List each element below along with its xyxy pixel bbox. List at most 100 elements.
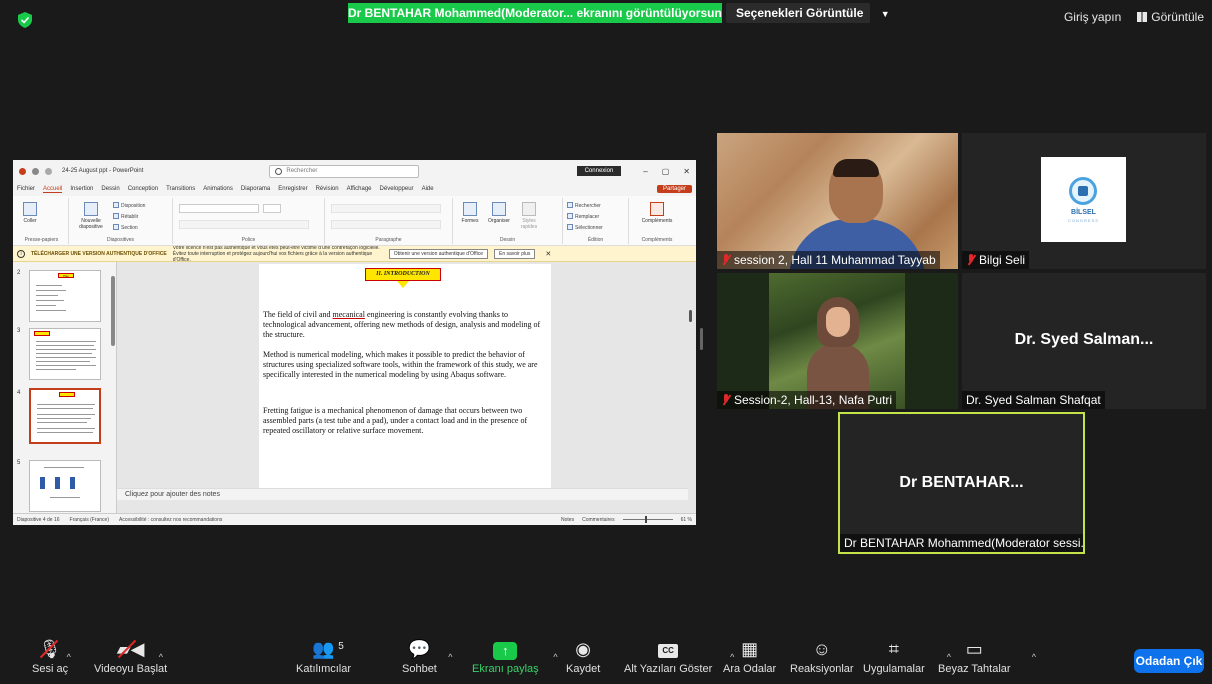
chevron-down-icon: ▼	[880, 9, 890, 19]
participant-tile[interactable]: session 2, Hall 11 Muhammad Tayyab	[717, 133, 958, 269]
unmute-label: Sesi aç	[32, 663, 69, 675]
slide-scrollbar	[689, 310, 692, 322]
thumb-number: 3	[17, 328, 21, 334]
chevron-up-icon[interactable]: ^	[67, 646, 71, 668]
participant-name: session 2, Hall 11 Muhammad Tayyab	[734, 253, 936, 267]
participant-video	[769, 273, 905, 409]
split-view-handle[interactable]	[700, 328, 703, 350]
breakout-rooms-button[interactable]: ▦ Ara Odalar	[723, 638, 776, 675]
paste-button: Coller	[19, 202, 41, 224]
chat-button[interactable]: 💬 ^ Sohbet	[402, 638, 452, 675]
login-link[interactable]: Giriş yapın	[1064, 10, 1121, 24]
chevron-up-icon[interactable]: ^	[448, 646, 452, 668]
ribbon-group-editing: Rechercher Remplacer Sélectionner Éditio…	[563, 198, 629, 244]
group-label: Édition	[587, 237, 604, 243]
start-video-label: Videoyu Başlat	[94, 663, 168, 675]
chevron-up-icon[interactable]: ^	[159, 646, 163, 668]
chevron-up-icon[interactable]: ^	[553, 646, 557, 668]
section-icon	[113, 224, 119, 230]
active-speaker-tile[interactable]: Dr BENTAHAR... Dr BENTAHAR Mohammed(Mode…	[838, 412, 1085, 554]
chat-icon: 💬 ^	[408, 638, 452, 662]
participant-name: Dr BENTAHAR Mohammed(Moderator sessi...	[844, 536, 1085, 550]
ribbon-group-paragraph: Paragraphe	[325, 198, 453, 244]
group-label: Diapositives	[107, 237, 134, 243]
unmute-button[interactable]: 🎙 ^ Sesi aç	[32, 638, 71, 675]
new-slide-icon	[84, 202, 98, 216]
participant-tile[interactable]: Session-2, Hall-13, Nafa Putri	[717, 273, 958, 409]
layout-label: Disposition	[121, 203, 146, 209]
thumb-line	[36, 345, 94, 346]
record-icon: ◉	[575, 639, 591, 659]
menu-item: Dessin	[101, 186, 120, 192]
restore-icon: ▢	[661, 166, 670, 176]
menu-item: Révision	[315, 186, 339, 192]
participants-button[interactable]: 👥 5 Katılımcılar	[296, 638, 351, 675]
chevron-up-icon[interactable]: ^	[1032, 646, 1036, 668]
participant-name-tag: Session-2, Hall-13, Nafa Putri	[717, 391, 897, 409]
menu-item: Enregistrer	[278, 186, 308, 192]
new-slide-label: Nouvelle diapositive	[79, 218, 103, 230]
participant-hair	[833, 159, 879, 177]
ppt-connexion-button: Connexion	[576, 166, 622, 176]
thumb-number: 5	[17, 460, 21, 466]
participant-video	[829, 159, 883, 223]
menu-item: Transitions	[166, 186, 196, 192]
ribbon-group-clipboard: Coller Presse-papiers	[15, 198, 69, 244]
participant-name: Dr. Syed Salman Shafqat	[966, 393, 1101, 407]
thumb-line	[37, 414, 95, 415]
accessibility-status: Accessibilité : consultez nos recommanda…	[118, 516, 223, 523]
menu-item: Affichage	[346, 186, 372, 192]
thumb-line	[37, 432, 93, 433]
thumbnail-scrollbar	[111, 276, 115, 346]
participant-face	[826, 307, 850, 337]
status-right: Notes Commentaires 61 %	[561, 516, 692, 523]
zoom-slider	[622, 516, 673, 523]
view-button[interactable]: Görüntüle	[1137, 10, 1204, 24]
group-label: Dessin	[499, 237, 516, 243]
shield-icon[interactable]	[18, 12, 32, 28]
captions-button[interactable]: CC ^ Alt Yazıları Göster	[624, 638, 734, 675]
reset-button: Rétablir	[113, 213, 138, 220]
replace-icon	[567, 213, 573, 219]
learn-more-button: En savoir plus	[494, 248, 536, 259]
whiteboard-button[interactable]: ▭ ^ Beyaz Tahtalar	[938, 638, 1036, 675]
mic-muted-icon	[966, 254, 976, 266]
layout-button: Disposition	[113, 202, 145, 209]
participant-tile[interactable]: Dr. Syed Salman... Dr. Syed Salman Shafq…	[962, 273, 1206, 409]
thumb-line	[36, 361, 90, 362]
chat-label: Sohbet	[402, 663, 437, 675]
ribbon-group-drawing: Formes Organiser Styles rapides Dessin	[453, 198, 563, 244]
breakout-rooms-label: Ara Odalar	[723, 663, 777, 675]
reactions-button[interactable]: ☺ Reaksiyonlar	[790, 638, 854, 675]
leave-meeting-button[interactable]: Odadan Çık	[1134, 649, 1204, 673]
thumb-title	[59, 392, 75, 397]
logo-subtitle: CONGRESS	[1068, 218, 1099, 223]
apps-button[interactable]: ⌗ ^ Uygulamalar	[863, 638, 951, 675]
record-button[interactable]: ◉ Kaydet	[566, 638, 600, 675]
quick-styles-icon	[522, 202, 536, 216]
view-options-button[interactable]: Seçenekleri Görüntüle ▼	[726, 3, 890, 23]
shapes-button: Formes	[457, 202, 483, 224]
mic-muted-icon: 🎙 ^	[39, 638, 71, 662]
thumb-line	[36, 353, 92, 354]
font-size-box	[263, 204, 281, 213]
title-arrow-shape	[397, 281, 409, 288]
participant-tile[interactable]: BİLSEL CONGRESS Bilgi Seli	[962, 133, 1206, 269]
whiteboard-label: Beyaz Tahtalar	[938, 663, 1011, 675]
find-icon	[567, 202, 573, 208]
participants-icon: 👥 5	[312, 638, 344, 660]
thumb-line	[36, 300, 64, 301]
replace-button: Remplacer	[567, 213, 599, 220]
ppt-document-title: 24-25 August ppt - PowerPoint	[62, 168, 144, 174]
share-screen-button[interactable]: ↑ ^ Ekranı paylaş	[472, 638, 558, 675]
thumb-figure-icon	[40, 477, 90, 489]
info-icon: i	[17, 249, 25, 258]
layout-icon	[113, 202, 119, 208]
menu-item: Développeur	[379, 186, 414, 192]
start-video-button[interactable]: ▰◀ ^ Videoyu Başlat	[94, 638, 167, 675]
thumb-title	[34, 331, 50, 336]
reactions-label: Reaksiyonlar	[790, 663, 854, 675]
ppt-title-bar: 24-25 August ppt - PowerPoint Rechercher…	[13, 160, 696, 182]
participant-name-tag: Dr. Syed Salman Shafqat	[962, 391, 1105, 409]
ppt-share-button: Partager	[656, 185, 692, 193]
